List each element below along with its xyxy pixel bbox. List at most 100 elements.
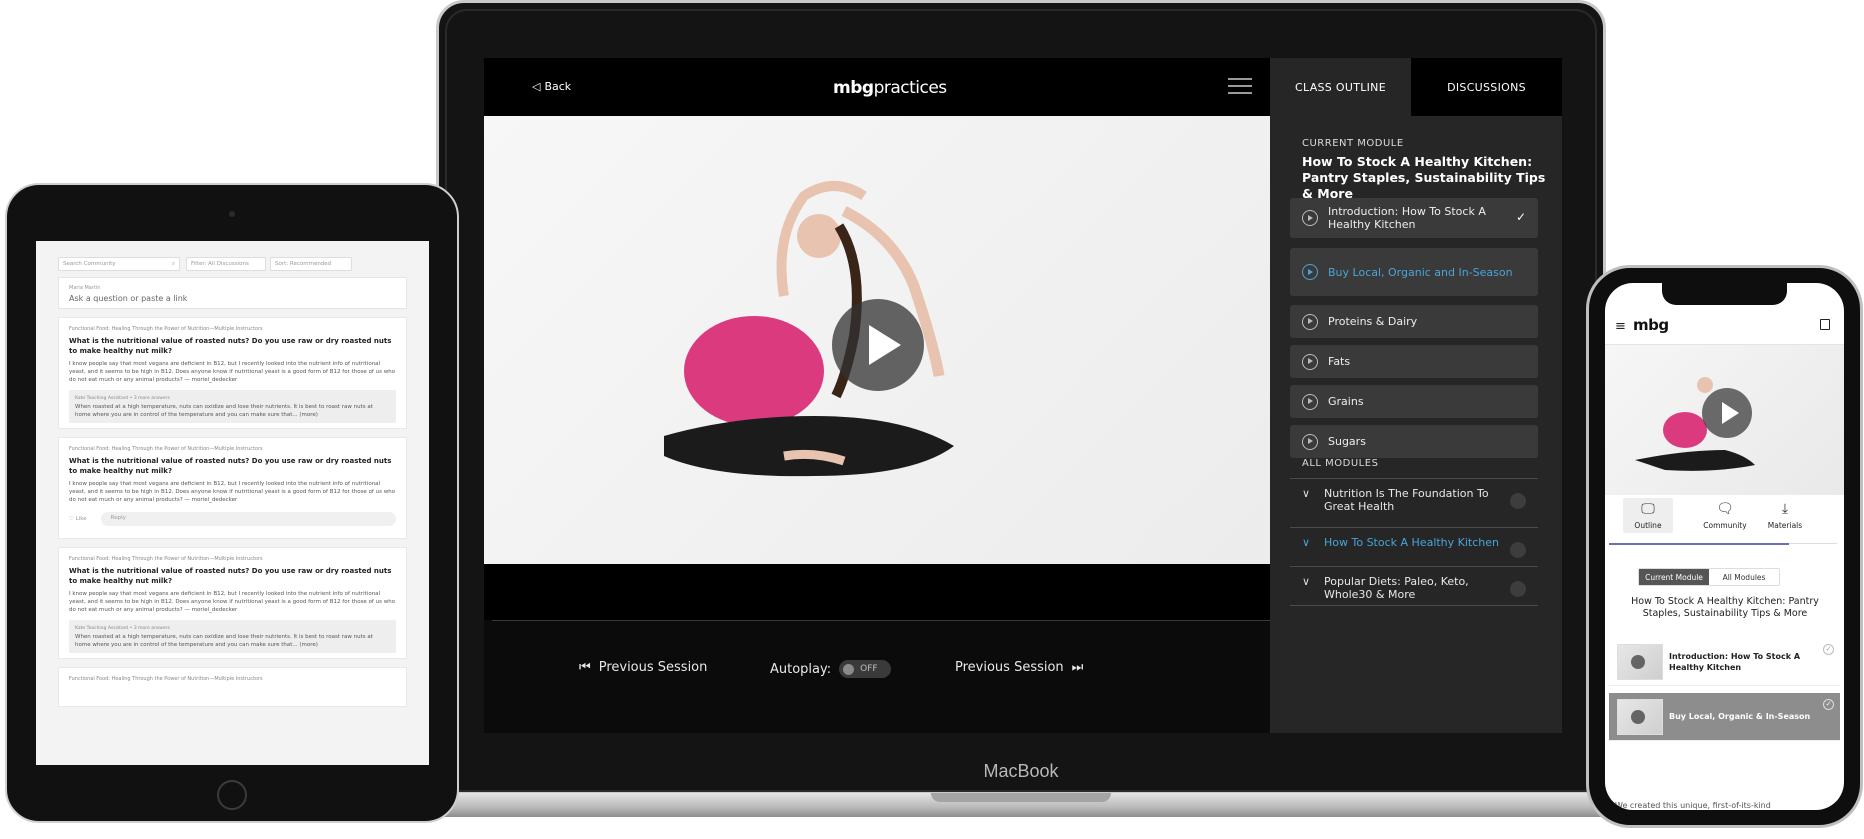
like-label: Like	[75, 516, 87, 522]
chevron-down-icon: ∨	[1302, 487, 1311, 500]
phone-logo[interactable]: mbg	[1633, 316, 1669, 334]
lesson-label: Fats	[1328, 355, 1351, 368]
lesson-item-sugars[interactable]: Sugars	[1290, 425, 1538, 458]
tab-label: Materials	[1767, 521, 1803, 530]
module-item-stock-kitchen[interactable]: ∨ How To Stock A Healthy Kitchen	[1290, 527, 1538, 567]
user-name: Maria Martin	[69, 285, 101, 291]
tab-outline[interactable]: 🖵 Outline	[1623, 498, 1673, 533]
lesson-label: Sugars	[1328, 435, 1366, 448]
home-button[interactable]	[217, 780, 247, 810]
play-circle-icon	[1302, 353, 1318, 370]
module-label: How To Stock A Healthy Kitchen	[1324, 536, 1500, 549]
chevron-down-icon: ∨	[1302, 536, 1311, 549]
answer-text: When roasted at a high temperature, nuts…	[75, 634, 373, 648]
discussion-post[interactable]: Functional Food: Healing Through the Pow…	[58, 317, 407, 429]
tablet-screen: Search Community ⌕ Filter: All Discussio…	[36, 241, 429, 765]
tab-class-outline[interactable]: CLASS OUTLINE	[1270, 58, 1411, 116]
skip-forward-icon: ⏭	[1071, 660, 1084, 675]
lesson-label: Buy Local, Organic & In-Season	[1669, 712, 1811, 721]
play-circle-icon	[1302, 264, 1318, 280]
segment-current-module[interactable]: Current Module	[1639, 569, 1709, 585]
current-module-title: How To Stock A Healthy Kitchen: Pantry S…	[1302, 154, 1546, 201]
lesson-item-introduction[interactable]: Introduction: How To Stock A Healthy Kit…	[1290, 198, 1538, 238]
autoplay-state: OFF	[860, 664, 878, 674]
next-session-button[interactable]: Previous Session ⏭	[955, 660, 1083, 675]
module-item-popular-diets[interactable]: ∨ Popular Diets: Paleo, Keto, Whole30 & …	[1290, 566, 1538, 606]
discussion-post[interactable]: Functional Food: Healing Through the Pow…	[58, 437, 407, 539]
discussion-post[interactable]: Functional Food: Healing Through the Pow…	[58, 667, 407, 707]
filter-select[interactable]: Filter: All Discussions	[186, 257, 266, 271]
autoplay-toggle[interactable]: OFF	[839, 660, 892, 678]
play-circle-icon	[1302, 313, 1318, 330]
sort-select[interactable]: Sort: Recommended	[270, 257, 352, 271]
app-header: ◁ Back mbgpractices	[484, 58, 1270, 116]
app-logo[interactable]: mbgpractices	[833, 78, 947, 98]
play-button[interactable]	[832, 299, 924, 391]
answer-meta: Kate Teaching Assistant • 3 more answers	[75, 396, 170, 401]
lesson-item-buy-local[interactable]: Buy Local, Organic and In-Season	[1290, 248, 1538, 296]
answer-meta: Kate Teaching Assistant • 3 more answers	[75, 626, 170, 631]
search-icon: ⌕	[171, 261, 175, 267]
checkmark-icon: ✓	[1823, 699, 1834, 710]
laptop-device: ◁ Back mbgpractices ⏮ Previous Session A…	[414, 0, 1628, 839]
post-body: I know people say that most vegans are d…	[69, 481, 396, 503]
module-item-nutrition[interactable]: ∨ Nutrition Is The Foundation To Great H…	[1290, 478, 1538, 524]
back-label: Back	[544, 80, 572, 93]
segment-all-modules[interactable]: All Modules	[1709, 569, 1779, 585]
reply-input[interactable]: Reply	[100, 512, 396, 526]
tab-label: Outline	[1634, 521, 1662, 530]
lesson-item-introduction[interactable]: Introduction: How To Stock A Healthy Kit…	[1609, 638, 1840, 686]
module-segmented-control: Current Module All Modules	[1638, 568, 1780, 586]
lesson-label: Introduction: How To Stock A Healthy Kit…	[1328, 205, 1486, 231]
hamburger-menu-icon[interactable]: ≡	[1615, 319, 1626, 334]
phone-video-player[interactable]	[1605, 345, 1844, 495]
phone-header: ≡ mbg	[1605, 305, 1844, 345]
module-label: Popular Diets: Paleo, Keto, Whole30 & Mo…	[1324, 575, 1469, 601]
lesson-label: Buy Local, Organic and In-Season	[1328, 265, 1513, 279]
all-modules-label: ALL MODULES	[1302, 458, 1379, 469]
lesson-thumbnail	[1617, 699, 1663, 735]
class-outline-panel: CLASS OUTLINE DISCUSSIONS CURRENT MODULE…	[1270, 58, 1562, 733]
tablet-camera	[229, 211, 235, 217]
discussion-post[interactable]: Functional Food: Healing Through the Pow…	[58, 547, 407, 659]
search-input[interactable]: Search Community ⌕	[58, 257, 180, 271]
tab-materials[interactable]: ⤓ Materials	[1755, 501, 1815, 530]
post-title: What is the nutritional value of roasted…	[69, 337, 392, 355]
post-body: I know people say that most vegans are d…	[69, 361, 396, 383]
lesson-item-fats[interactable]: Fats	[1290, 345, 1538, 378]
outline-menu-icon[interactable]	[1228, 78, 1252, 96]
lesson-label: Proteins & Dairy	[1328, 315, 1418, 328]
play-button[interactable]	[1702, 388, 1752, 438]
laptop-notch	[931, 793, 1111, 802]
filter-label: Filter: All Discussions	[191, 261, 249, 267]
logo-bold: mbg	[833, 78, 874, 98]
phone-screen: ≡ mbg 🖵 Outline 🗨 Community ⤓ Materials	[1605, 283, 1844, 810]
post-title: What is the nutritional value of roasted…	[69, 457, 392, 475]
play-circle-icon	[1302, 433, 1318, 450]
sort-label: Sort: Recommended	[275, 261, 332, 267]
next-session-label: Previous Session	[955, 660, 1064, 675]
lesson-thumbnail	[1617, 644, 1663, 680]
like-button[interactable]: ♡ Like	[69, 516, 87, 522]
previous-session-button[interactable]: ⏮ Previous Session	[579, 660, 707, 675]
search-placeholder: Search Community	[63, 261, 116, 267]
lesson-item-proteins-dairy[interactable]: Proteins & Dairy	[1290, 305, 1538, 338]
skip-back-icon: ⏮	[579, 660, 591, 675]
lesson-description: We created this unique, first-of-its-kin…	[1615, 801, 1771, 810]
chat-icon: 🗨	[1716, 501, 1734, 517]
tab-label: Community	[1703, 521, 1747, 530]
back-button[interactable]: ◁ Back	[532, 80, 571, 93]
monitor-icon: 🖵	[1641, 501, 1655, 517]
answer-text: When roasted at a high temperature, nuts…	[75, 404, 373, 418]
lesson-item-buy-local[interactable]: Buy Local, Organic & In-Season ✓	[1609, 693, 1840, 741]
autoplay-label: Autoplay:	[770, 661, 832, 677]
video-player[interactable]	[484, 116, 1270, 564]
status-dot	[1510, 493, 1526, 509]
shopping-bag-icon[interactable]	[1820, 319, 1830, 330]
tab-discussions[interactable]: DISCUSSIONS	[1411, 58, 1562, 116]
post-title: What is the nutritional value of roasted…	[69, 567, 392, 585]
lesson-item-grains[interactable]: Grains	[1290, 385, 1538, 418]
ask-question-box[interactable]: Maria Martin Ask a question or paste a l…	[58, 277, 407, 309]
chevron-down-icon: ∨	[1302, 575, 1311, 588]
tab-community[interactable]: 🗨 Community	[1695, 501, 1755, 530]
